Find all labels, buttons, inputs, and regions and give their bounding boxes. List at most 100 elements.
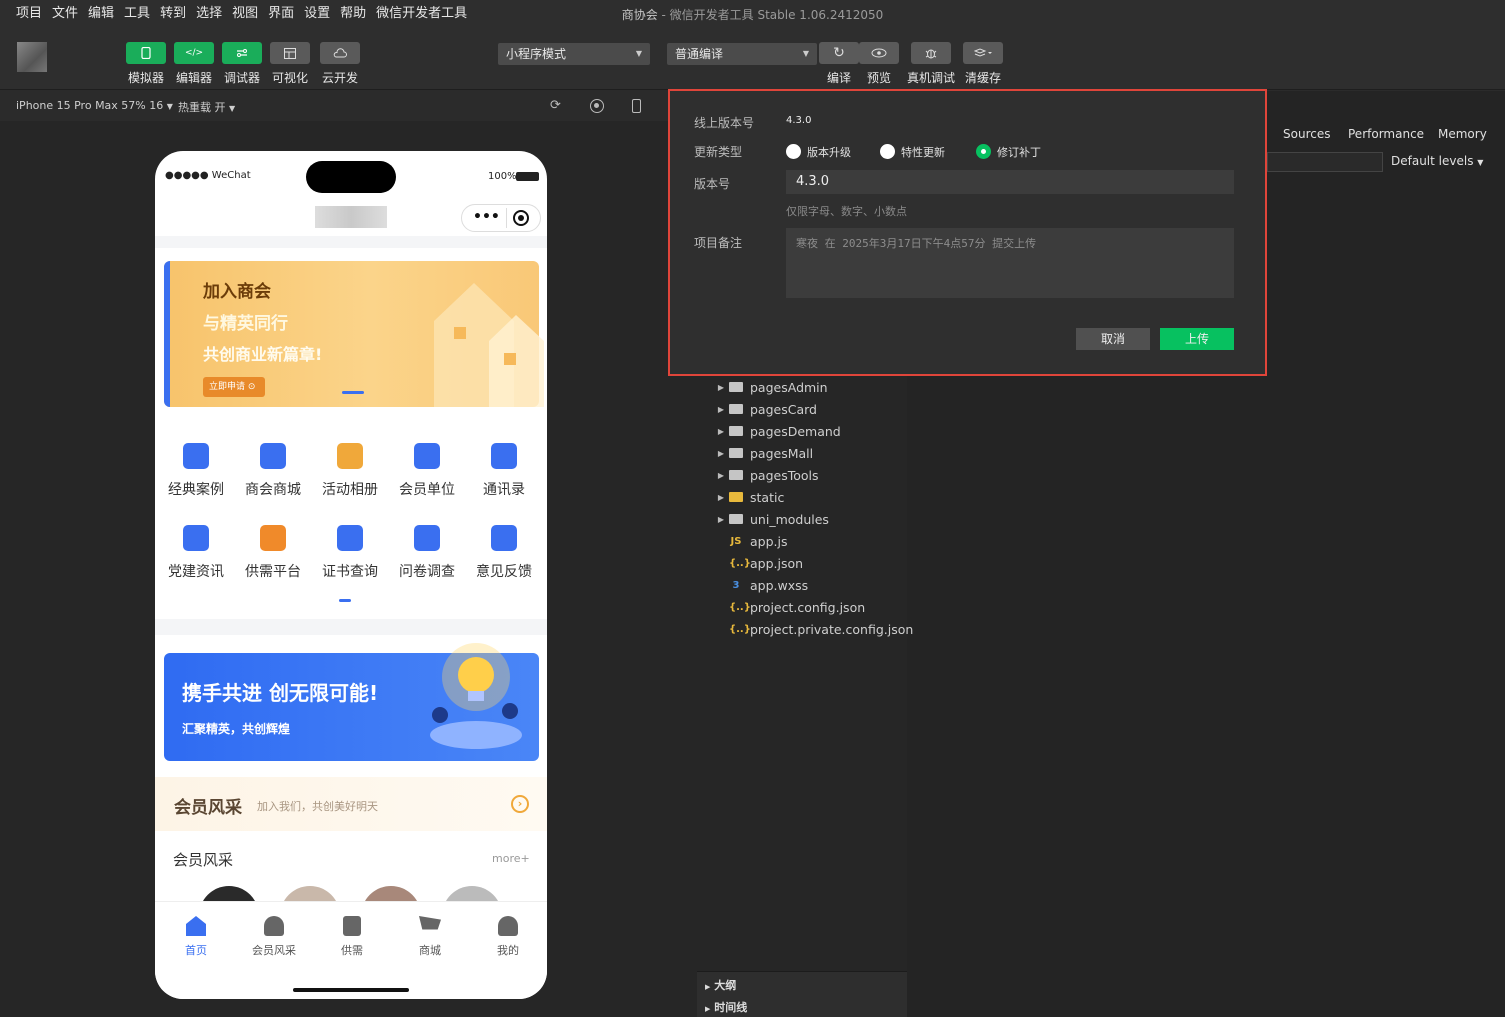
banner-line2: 与精英同行 bbox=[203, 314, 288, 334]
compile-select-value: 普通编译 bbox=[675, 47, 724, 61]
debugger-button[interactable] bbox=[222, 42, 262, 64]
menu-goto[interactable]: 转到 bbox=[155, 0, 191, 28]
apply-button-label: 立即申请 bbox=[209, 382, 246, 392]
cloud-button[interactable] bbox=[320, 42, 360, 64]
member-promo[interactable]: 会员风采 加入我们，共创美好明天 › bbox=[155, 777, 547, 831]
radio-feature-update[interactable]: 特性更新 bbox=[880, 141, 945, 160]
menu-interface[interactable]: 界面 bbox=[263, 0, 299, 28]
tree-folder[interactable]: ▶ static bbox=[713, 486, 784, 508]
tree-folder[interactable]: ▶ pagesCard bbox=[713, 398, 817, 420]
tree-folder-label: pagesCard bbox=[750, 401, 817, 417]
menu-devtools[interactable]: 微信开发者工具 bbox=[371, 0, 472, 28]
menu-edit[interactable]: 编辑 bbox=[83, 0, 119, 28]
grid-item-label: 问卷调查 bbox=[399, 564, 455, 580]
close-miniprogram-icon[interactable] bbox=[513, 210, 529, 226]
record-icon[interactable] bbox=[590, 99, 604, 113]
rotate-icon[interactable]: ⟳ bbox=[550, 98, 561, 113]
user-icon bbox=[264, 916, 284, 936]
levels-select[interactable]: Default levels ▼ bbox=[1391, 154, 1483, 168]
tree-folder[interactable]: ▶ pagesDemand bbox=[713, 420, 841, 442]
tree-folder[interactable]: ▶ uni_modules bbox=[713, 508, 829, 530]
timeline-header[interactable]: ▶ 时间线 bbox=[705, 999, 747, 1015]
more-link[interactable]: more+ bbox=[492, 852, 530, 865]
preview-button[interactable] bbox=[859, 42, 899, 64]
outline-header[interactable]: ▶ 大纲 bbox=[705, 977, 736, 993]
apply-button[interactable]: 立即申请 ⊙ bbox=[203, 377, 265, 397]
tab-home[interactable]: 首页 bbox=[157, 902, 235, 999]
tab-mall[interactable]: 商城 bbox=[391, 902, 469, 999]
grid-item[interactable]: 意见反馈 bbox=[467, 525, 541, 581]
tab-performance[interactable]: Performance bbox=[1348, 127, 1424, 141]
grid-item[interactable]: 会员单位 bbox=[390, 443, 464, 499]
menu-view[interactable]: 视图 bbox=[227, 0, 263, 28]
remote-debug-button[interactable] bbox=[911, 42, 951, 64]
tree-file[interactable]: {..} project.private.config.json bbox=[729, 618, 913, 640]
more-dots-icon[interactable]: ••• bbox=[473, 209, 500, 225]
menu-file[interactable]: 文件 bbox=[47, 0, 83, 28]
cloud-label: 云开发 bbox=[321, 71, 358, 85]
grid-item[interactable]: 证书查询 bbox=[313, 525, 387, 581]
cancel-button[interactable]: 取消 bbox=[1076, 328, 1150, 350]
arrow-right-icon[interactable]: › bbox=[511, 795, 529, 813]
hotreload-toggle[interactable]: 热重载 开 ▼ bbox=[178, 99, 235, 115]
clear-cache-button[interactable] bbox=[963, 42, 1003, 64]
capsule-menu[interactable]: ••• bbox=[461, 204, 541, 232]
grid-item[interactable]: 活动相册 bbox=[313, 443, 387, 499]
compile-button[interactable]: ↻ bbox=[819, 42, 859, 64]
tab-mine[interactable]: 我的 bbox=[469, 902, 547, 999]
chevron-right-icon: ▶ bbox=[717, 382, 725, 392]
menu-tools[interactable]: 工具 bbox=[119, 0, 155, 28]
menu-help[interactable]: 帮助 bbox=[335, 0, 371, 28]
device-select[interactable]: iPhone 15 Pro Max 57% 16 ▼ bbox=[16, 99, 173, 112]
version-input-value: 4.3.0 bbox=[796, 174, 830, 189]
note-textarea[interactable]: 寒夜 在 2025年3月17日下午4点57分 提交上传 bbox=[786, 228, 1234, 298]
version-hint: 仅限字母、数字、小数点 bbox=[786, 205, 907, 218]
grid-item[interactable]: 商会商城 bbox=[236, 443, 310, 499]
home-indicator bbox=[293, 988, 409, 992]
tree-folder[interactable]: ▶ pagesTools bbox=[713, 464, 819, 486]
tree-folder-label: pagesAdmin bbox=[750, 379, 828, 395]
folder-icon bbox=[729, 492, 743, 502]
join-banner[interactable]: 加入商会 与精英同行 共创商业新篇章! 立即申请 ⊙ bbox=[164, 261, 544, 407]
layers-icon bbox=[963, 42, 1003, 64]
tree-file[interactable]: {..} project.config.json bbox=[729, 596, 865, 618]
tree-folder[interactable]: ▶ pagesAdmin bbox=[713, 376, 828, 398]
tree-file[interactable]: {..} app.json bbox=[729, 552, 803, 574]
tab-sources[interactable]: Sources bbox=[1283, 127, 1330, 141]
grid-item[interactable]: 经典案例 bbox=[159, 443, 233, 499]
upload-button-label: 上传 bbox=[1184, 332, 1209, 346]
radio-version-upgrade[interactable]: 版本升级 bbox=[786, 141, 851, 160]
tree-file[interactable]: 3 app.wxss bbox=[729, 574, 809, 596]
simulator-button[interactable] bbox=[126, 42, 166, 64]
tab-demand[interactable]: 供需 bbox=[313, 902, 391, 999]
menu-select[interactable]: 选择 bbox=[191, 0, 227, 28]
avatar[interactable] bbox=[17, 42, 47, 72]
visual-label: 可视化 bbox=[271, 71, 308, 85]
visual-button[interactable] bbox=[270, 42, 310, 64]
grid-item[interactable]: 通讯录 bbox=[467, 443, 541, 499]
device-icon[interactable] bbox=[632, 99, 641, 113]
filter-input[interactable] bbox=[1267, 152, 1383, 172]
radio-label: 修订补丁 bbox=[997, 145, 1041, 159]
editor-button[interactable]: </> bbox=[174, 42, 214, 64]
radio-patch[interactable]: 修订补丁 bbox=[976, 141, 1041, 160]
cooperation-banner[interactable]: 携手共进 创无限可能! 汇聚精英，共创辉煌 bbox=[164, 643, 539, 761]
menu-project[interactable]: 项目 bbox=[0, 0, 47, 28]
grid-item[interactable]: 供需平台 bbox=[236, 525, 310, 581]
tab-memory[interactable]: Memory bbox=[1438, 127, 1487, 141]
online-version-value: 4.3.0 bbox=[786, 115, 812, 126]
menu-settings[interactable]: 设置 bbox=[299, 0, 335, 28]
section-title: 会员风采 bbox=[173, 851, 234, 869]
tree-folder[interactable]: ▶ pagesMall bbox=[713, 442, 813, 464]
upload-button[interactable]: 上传 bbox=[1160, 328, 1234, 350]
grid-item[interactable]: 问卷调查 bbox=[390, 525, 464, 581]
survey-icon bbox=[414, 525, 440, 551]
tree-file[interactable]: JS app.js bbox=[729, 530, 788, 552]
version-input[interactable]: 4.3.0 bbox=[786, 170, 1234, 194]
grid-item[interactable]: 党建资讯 bbox=[159, 525, 233, 581]
compile-select[interactable]: 普通编译 ▼ bbox=[667, 43, 817, 65]
tab-members[interactable]: 会员风采 bbox=[235, 902, 313, 999]
hotreload-value: 热重载 开 bbox=[178, 101, 226, 114]
radio-icon bbox=[880, 144, 895, 159]
mode-select[interactable]: 小程序模式 ▼ bbox=[498, 43, 650, 65]
